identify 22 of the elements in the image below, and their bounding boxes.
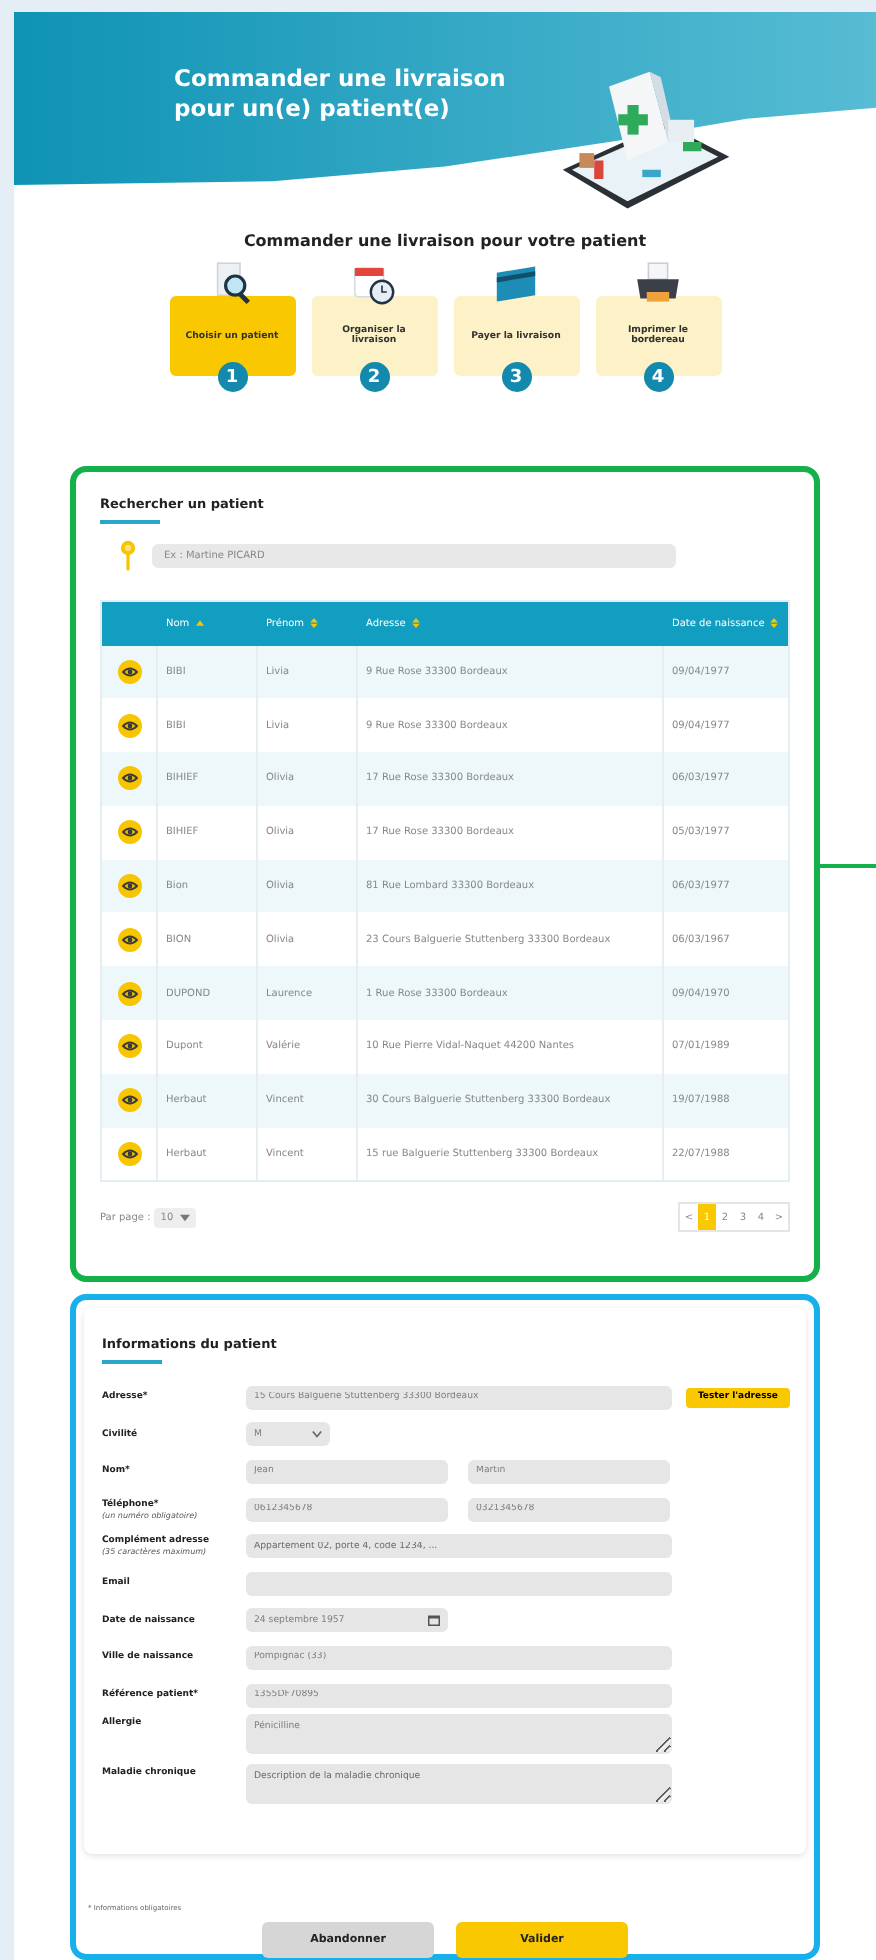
- section-title: Commander une livraison pour votre patient: [241, 232, 649, 250]
- pin-icon: [120, 539, 136, 571]
- caret-icon: [179, 1213, 190, 1222]
- eye-icon[interactable]: [117, 1034, 141, 1059]
- printer-icon: [634, 260, 682, 308]
- eye-icon[interactable]: [117, 659, 141, 684]
- step-number: 2: [359, 362, 389, 392]
- eye-icon[interactable]: [117, 981, 141, 1006]
- step-number: 1: [217, 362, 247, 392]
- caret-icon: [312, 1430, 322, 1439]
- eye-icon[interactable]: [117, 766, 141, 791]
- eye-icon[interactable]: [117, 1088, 141, 1113]
- calendar-icon: [428, 1614, 440, 1627]
- page-title: Commander une livraison pour un(e) patient(e): [172, 62, 508, 124]
- eye-icon[interactable]: [117, 713, 141, 738]
- step-number: 4: [643, 362, 673, 392]
- input-field[interactable]: [246, 1571, 672, 1596]
- eye-icon[interactable]: [117, 874, 141, 899]
- eye-icon[interactable]: [117, 820, 141, 845]
- eye-icon[interactable]: [117, 1142, 141, 1167]
- step-number: 3: [501, 362, 531, 392]
- eye-icon[interactable]: [117, 927, 141, 952]
